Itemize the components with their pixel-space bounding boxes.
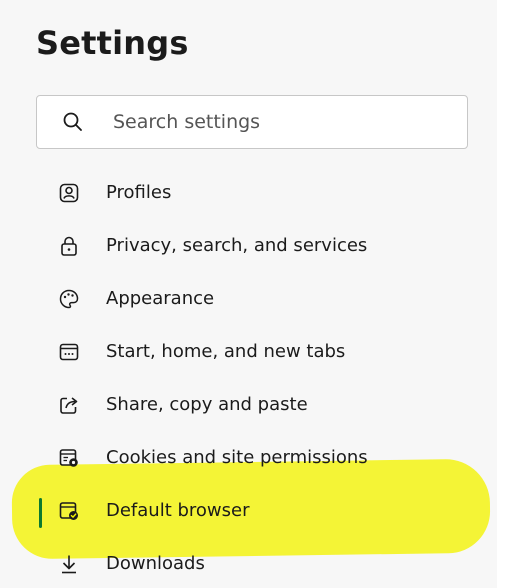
nav-item-downloads[interactable]: Downloads <box>36 539 497 588</box>
active-indicator <box>39 498 42 528</box>
palette-icon <box>58 288 80 310</box>
nav-item-label: Start, home, and new tabs <box>106 341 346 362</box>
nav-item-label: Profiles <box>106 182 172 203</box>
nav-item-cookies-permissions[interactable]: Cookies and site permissions <box>36 433 497 486</box>
nav-item-label: Downloads <box>106 553 205 574</box>
nav-item-default-browser[interactable]: Default browser <box>36 486 497 539</box>
nav-item-start-home-tabs[interactable]: Start, home, and new tabs <box>36 327 497 380</box>
settings-nav: Profiles Privacy, search, and services A… <box>36 168 497 588</box>
nav-item-share-copy-paste[interactable]: Share, copy and paste <box>36 380 497 433</box>
search-icon <box>61 110 85 134</box>
cookies-icon <box>58 447 80 469</box>
search-input[interactable] <box>113 106 453 138</box>
nav-item-label: Appearance <box>106 288 215 309</box>
settings-panel: Settings Profiles <box>0 0 497 588</box>
lock-icon <box>58 235 80 257</box>
home-tabs-icon <box>58 341 80 363</box>
page-title: Settings <box>36 24 189 62</box>
share-icon <box>58 394 80 416</box>
default-browser-icon <box>58 500 80 522</box>
nav-item-appearance[interactable]: Appearance <box>36 274 497 327</box>
search-box[interactable] <box>36 95 468 149</box>
nav-item-label: Privacy, search, and services <box>106 235 368 256</box>
nav-item-label: Share, copy and paste <box>106 394 308 415</box>
nav-item-label: Default browser <box>106 500 250 521</box>
nav-item-label: Cookies and site permissions <box>106 447 368 468</box>
nav-item-profiles[interactable]: Profiles <box>36 168 497 221</box>
profile-icon <box>58 182 80 204</box>
nav-item-privacy[interactable]: Privacy, search, and services <box>36 221 497 274</box>
download-icon <box>58 553 80 575</box>
